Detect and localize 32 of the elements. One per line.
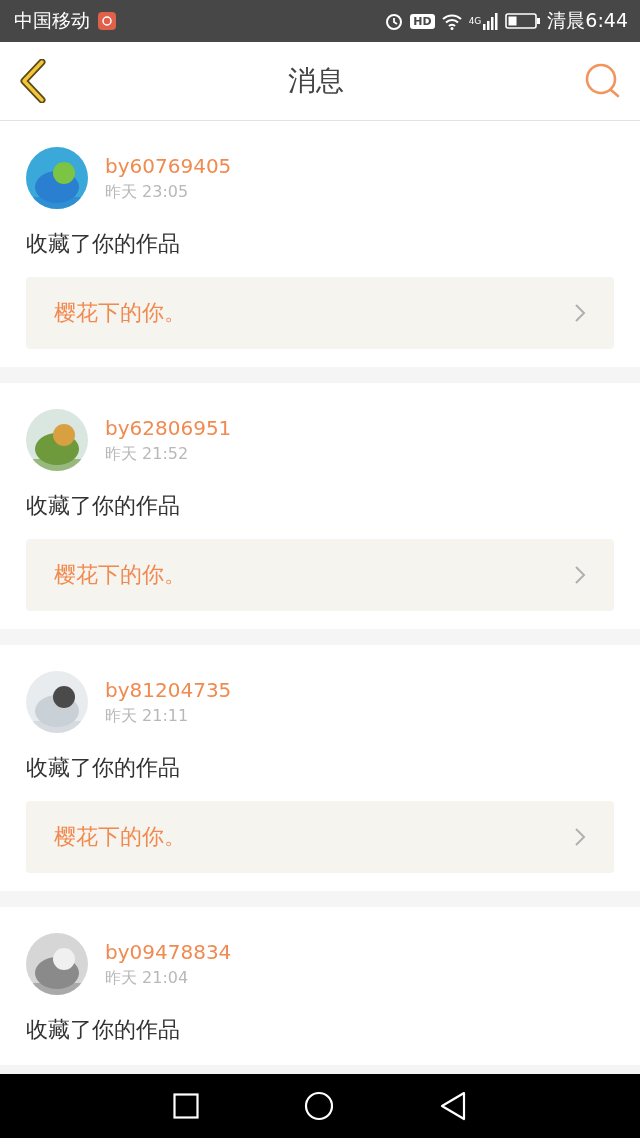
recent-apps-icon[interactable]	[172, 1093, 199, 1119]
carrier-name: 中国移动	[14, 8, 90, 33]
message-text: 收藏了你的作品	[26, 1016, 181, 1044]
wifi-icon	[440, 12, 463, 30]
clock: 清晨6:44	[547, 8, 628, 33]
timestamp: 昨天 21:04	[105, 967, 190, 989]
alarm-icon	[384, 11, 405, 31]
hd-badge: HD	[410, 13, 435, 29]
page-title: 消息	[288, 63, 344, 99]
chevron-icon	[574, 565, 586, 585]
message-text: 收藏了你的作品	[26, 492, 181, 520]
timestamp: 昨天 23:05	[105, 181, 190, 203]
username[interactable]: by62806951	[105, 415, 232, 440]
username[interactable]: by81204735	[105, 677, 232, 702]
username[interactable]: by09478834	[105, 939, 232, 964]
back-icon[interactable]	[18, 59, 48, 103]
signal-icon	[483, 12, 500, 30]
chevron-icon	[574, 303, 586, 323]
timestamp: 昨天 21:52	[105, 443, 190, 465]
username[interactable]: by60769405	[105, 153, 232, 178]
timestamp: 昨天 21:11	[105, 705, 190, 727]
work-link[interactable]: 樱花下的你。	[26, 539, 614, 611]
network-type: 4G	[468, 16, 482, 26]
message-text: 收藏了你的作品	[26, 754, 181, 782]
battery-icon	[505, 12, 542, 30]
message-text: 收藏了你的作品	[26, 230, 181, 258]
work-link[interactable]: 樱花下的你。	[26, 801, 614, 873]
work-link[interactable]: 樱花下的你。	[26, 277, 614, 349]
home-icon[interactable]	[304, 1091, 334, 1121]
back-nav-icon[interactable]	[439, 1091, 468, 1121]
app-notification-icon	[98, 12, 116, 30]
chevron-icon	[574, 827, 586, 847]
